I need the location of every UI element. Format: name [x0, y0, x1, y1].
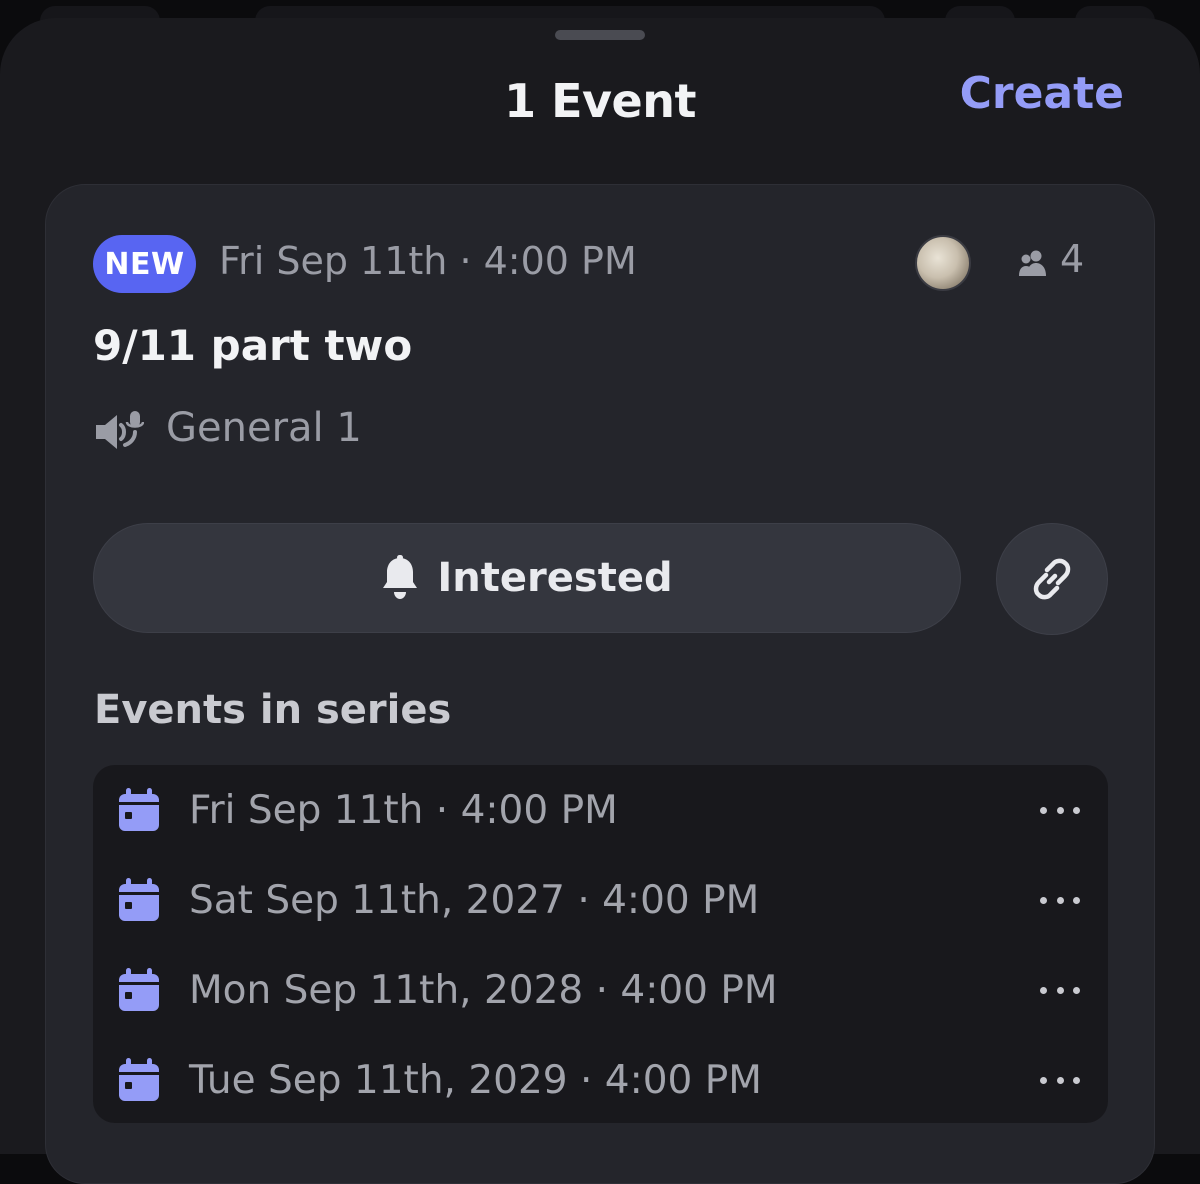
series-item[interactable]: Mon Sep 11th, 2028 · 4:00 PM — [93, 945, 1108, 1035]
link-icon — [1033, 558, 1071, 600]
calendar-icon — [119, 878, 159, 921]
calendar-icon — [119, 1058, 159, 1101]
series-item-date: Sat Sep 11th, 2027 · 4:00 PM — [189, 877, 760, 923]
copy-link-button[interactable] — [996, 523, 1108, 635]
create-event-button[interactable]: Create — [960, 68, 1124, 119]
series-item[interactable]: Sat Sep 11th, 2027 · 4:00 PM — [93, 855, 1108, 945]
more-icon[interactable] — [1040, 890, 1080, 910]
new-badge: NEW — [93, 235, 196, 293]
channel-name[interactable]: General 1 — [166, 405, 362, 451]
interested-label: Interested — [437, 555, 673, 601]
event-time: Fri Sep 11th · 4:00 PM — [219, 239, 637, 283]
series-heading: Events in series — [94, 687, 452, 733]
interested-count: 4 — [1060, 237, 1085, 281]
series-item[interactable]: Tue Sep 11th, 2029 · 4:00 PM — [93, 1035, 1108, 1125]
people-icon — [1019, 250, 1046, 276]
interested-button[interactable]: Interested — [93, 523, 961, 633]
series-list: Fri Sep 11th · 4:00 PM Sat Sep 11th, 202… — [93, 765, 1108, 1123]
event-card[interactable]: NEW Fri Sep 11th · 4:00 PM 4 9/11 part t… — [45, 184, 1155, 1184]
creator-avatar[interactable] — [915, 235, 971, 291]
stage-channel-icon — [96, 411, 144, 449]
drag-handle[interactable] — [555, 30, 645, 40]
event-title: 9/11 part two — [93, 321, 413, 370]
calendar-icon — [119, 968, 159, 1011]
more-icon[interactable] — [1040, 980, 1080, 1000]
events-bottom-sheet: 1 Event Create NEW Fri Sep 11th · 4:00 P… — [0, 18, 1200, 1184]
more-icon[interactable] — [1040, 1070, 1080, 1090]
series-item-date: Fri Sep 11th · 4:00 PM — [189, 787, 618, 833]
series-item[interactable]: Fri Sep 11th · 4:00 PM — [93, 765, 1108, 855]
bell-icon — [383, 555, 418, 599]
series-item-date: Tue Sep 11th, 2029 · 4:00 PM — [189, 1057, 762, 1103]
more-icon[interactable] — [1040, 800, 1080, 820]
calendar-icon — [119, 788, 159, 831]
series-item-date: Mon Sep 11th, 2028 · 4:00 PM — [189, 967, 778, 1013]
